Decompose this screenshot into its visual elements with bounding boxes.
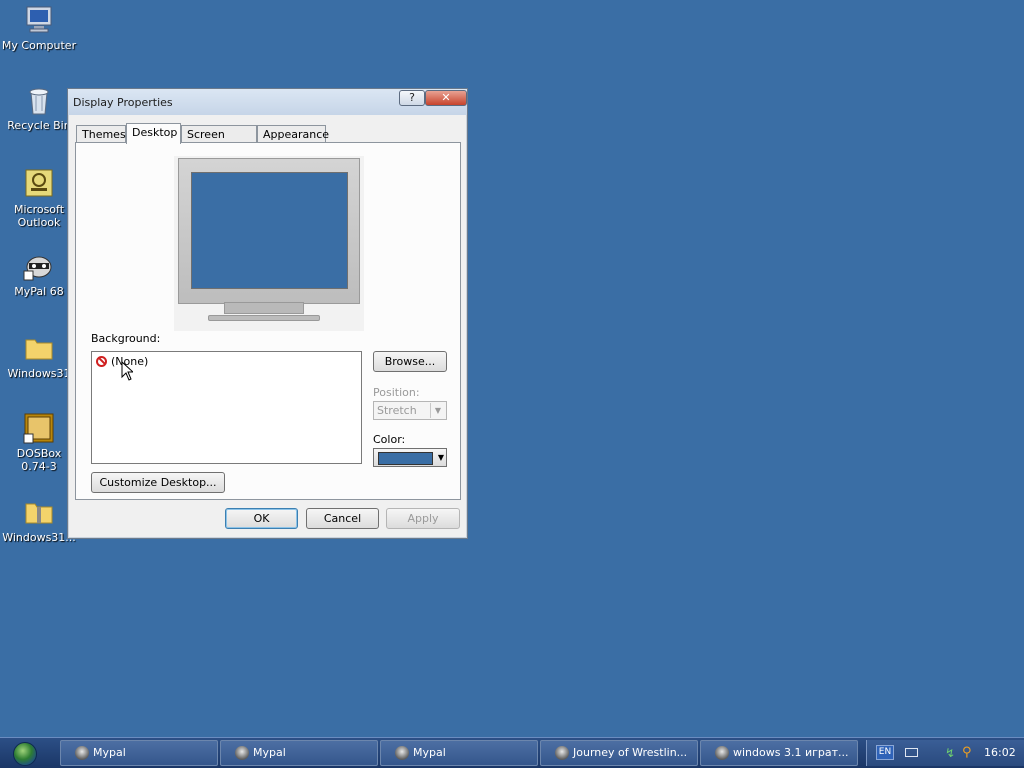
- monitor-frame: [178, 158, 360, 304]
- outlook-icon: [23, 168, 55, 200]
- taskbar-button-mypal-2[interactable]: Mypal: [220, 740, 378, 766]
- color-picker-button[interactable]: ▼: [373, 448, 447, 467]
- display-properties-window: Display Properties ? ✕ Themes Desktop Sc…: [67, 88, 468, 539]
- help-button[interactable]: ?: [399, 90, 425, 106]
- mypal-icon: [715, 746, 729, 760]
- desktop-icon-label: DOSBox 0.74-3: [16, 447, 62, 473]
- chevron-down-icon: ▼: [430, 403, 445, 418]
- network-icon[interactable]: ↯: [945, 747, 957, 759]
- monitor-base: [208, 315, 320, 321]
- taskbar-button-label: Mypal: [93, 746, 126, 759]
- start-button[interactable]: [4, 739, 44, 767]
- language-indicator[interactable]: EN: [876, 745, 894, 760]
- windows-orb-icon: [13, 742, 37, 766]
- desktop-icon-recycle-bin[interactable]: Recycle Bin: [1, 84, 77, 132]
- browse-button[interactable]: Browse...: [373, 351, 447, 372]
- taskbar-button-label: Mypal: [253, 746, 286, 759]
- clock[interactable]: 16:02: [984, 740, 1016, 766]
- folder-icon: [23, 332, 55, 364]
- desktop-icon-label: Recycle Bin: [7, 119, 71, 132]
- mypal-icon: [555, 746, 569, 760]
- taskbar-button-mypal-1[interactable]: Mypal: [60, 740, 218, 766]
- desktop-icon-label: Windows31...: [2, 531, 76, 544]
- dosbox-icon: [23, 412, 55, 444]
- desktop-icon-windows31-zip[interactable]: Windows31...: [1, 496, 77, 544]
- taskbar-button-mypal-3[interactable]: Mypal: [380, 740, 538, 766]
- taskbar-button-windows31[interactable]: windows 3.1 играт...: [700, 740, 858, 766]
- tab-themes[interactable]: Themes: [76, 125, 126, 143]
- cancel-button[interactable]: Cancel: [306, 508, 379, 529]
- system-tray: EN ↯ ⚲ 16:02: [866, 740, 1024, 766]
- desktop-icon-label: Microsoft Outlook: [13, 203, 65, 229]
- desktop-icon-my-computer[interactable]: My Computer: [1, 4, 77, 52]
- taskbar-button-label: Journey of Wrestlin...: [573, 746, 688, 759]
- position-value: Stretch: [377, 404, 417, 417]
- customize-desktop-button[interactable]: Customize Desktop...: [91, 472, 225, 493]
- desktop-icon-dosbox[interactable]: DOSBox 0.74-3: [1, 412, 77, 473]
- none-icon: [96, 356, 107, 367]
- ok-button[interactable]: OK: [225, 508, 298, 529]
- taskbar-button-label: windows 3.1 играт...: [733, 746, 849, 759]
- taskbar-button-journey[interactable]: Journey of Wrestlin...: [540, 740, 698, 766]
- color-swatch: [378, 452, 433, 465]
- color-label: Color:: [373, 433, 406, 446]
- apply-button[interactable]: Apply: [386, 508, 460, 529]
- mypal-icon: [395, 746, 409, 760]
- desktop-tab-panel: Background: (None) Browse... Position: S…: [75, 142, 461, 500]
- desktop-icon-label: Windows31: [7, 367, 71, 380]
- desktop-icon-label: MyPal 68: [14, 285, 64, 298]
- keyboard-icon[interactable]: [905, 748, 918, 757]
- desktop-icon-label: My Computer: [1, 39, 77, 52]
- window-title: Display Properties: [73, 96, 173, 109]
- desktop-icon-mypal[interactable]: MyPal 68: [1, 250, 77, 298]
- taskbar-button-label: Mypal: [413, 746, 446, 759]
- zip-folder-icon: [23, 496, 55, 528]
- desktop-icon-windows31-folder[interactable]: Windows31: [1, 332, 77, 380]
- title-bar[interactable]: Display Properties ? ✕: [68, 89, 467, 115]
- desktop-icon-outlook[interactable]: Microsoft Outlook: [1, 168, 77, 229]
- monitor-screen-preview: [191, 172, 348, 289]
- mypal-icon: [75, 746, 89, 760]
- computer-icon: [23, 4, 55, 36]
- monitor-stand: [224, 302, 304, 314]
- close-button[interactable]: ✕: [425, 90, 467, 106]
- tab-desktop[interactable]: Desktop: [126, 123, 181, 144]
- recycle-bin-icon: [23, 84, 55, 116]
- chevron-down-icon: ▼: [437, 453, 444, 462]
- monitor-preview: [174, 156, 364, 331]
- position-label: Position:: [373, 386, 420, 399]
- taskbar: Mypal Mypal Mypal Journey of Wrestlin...…: [0, 737, 1024, 768]
- mypal-icon: [23, 250, 55, 282]
- mypal-icon: [235, 746, 249, 760]
- mouse-cursor-icon: [121, 361, 133, 381]
- tab-screen-saver[interactable]: Screen Saver: [181, 125, 257, 159]
- search-icon[interactable]: ⚲: [962, 746, 976, 760]
- position-select[interactable]: Stretch ▼: [373, 401, 447, 420]
- background-label: Background:: [91, 332, 161, 345]
- tab-appearance[interactable]: Appearance: [257, 125, 329, 143]
